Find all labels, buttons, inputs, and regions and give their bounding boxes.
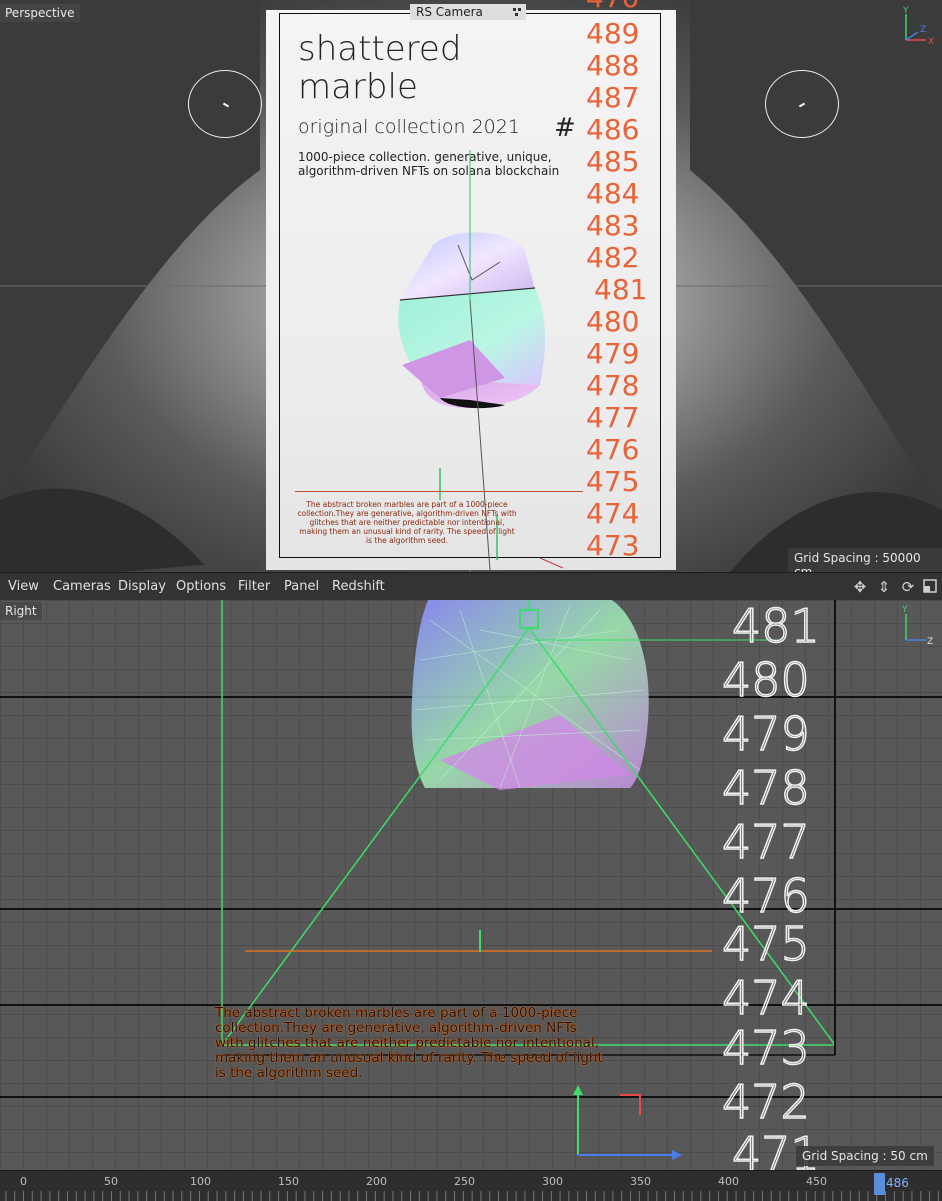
timeline-tick-label: 300 (542, 1175, 563, 1188)
maximize-icon[interactable] (922, 579, 938, 595)
menu-view[interactable]: View (8, 579, 39, 594)
axis-x-label: X (928, 37, 934, 47)
axis-z-label: Z (920, 25, 926, 35)
rotate-icon[interactable]: ⟳ (900, 579, 916, 595)
timeline-tick-label: 200 (366, 1175, 387, 1188)
timeline-tick-label: 400 (718, 1175, 739, 1188)
outline-number: 474 (721, 971, 810, 1025)
description-text: The abstract broken marbles are part of … (215, 1005, 603, 1081)
current-frame-label: 486 (886, 1176, 909, 1190)
outline-number: 478 (721, 761, 810, 815)
grid-spacing-top: Grid Spacing : 50000 cm (788, 548, 942, 572)
timeline-tick-label: 100 (190, 1175, 211, 1188)
axis-gizmo-top: Y X Z (902, 6, 934, 47)
current-frame-marker[interactable] (874, 1173, 885, 1195)
timeline-tick-label: 350 (630, 1175, 651, 1188)
outline-number: 475 (721, 917, 810, 971)
menu-redshift[interactable]: Redshift (332, 579, 385, 594)
poster-divider-line (295, 491, 583, 492)
outline-number: 473 (721, 1021, 810, 1075)
timeline-tick-label: 450 (806, 1175, 827, 1188)
menu-cameras[interactable]: Cameras (53, 579, 111, 594)
move-icon[interactable]: ✥ (852, 579, 868, 595)
light-control-right[interactable] (765, 70, 839, 138)
menu-options[interactable]: Options (176, 579, 226, 594)
timeline-tick-label: 250 (454, 1175, 475, 1188)
perspective-viewport[interactable]: RS Camera shattered marble original coll… (0, 0, 942, 572)
menu-filter[interactable]: Filter (238, 579, 270, 594)
right-viewport[interactable]: 481 480 479 478 477 476 475 474 473 472 … (0, 600, 942, 1170)
viewport-label-right[interactable]: Right (0, 602, 42, 620)
timeline-ruler[interactable]: 0 50 100 150 200 250 300 350 400 450 486 (0, 1170, 942, 1201)
axis-y-label: Y (902, 6, 909, 16)
menu-display[interactable]: Display (118, 579, 166, 594)
outline-number: 476 (721, 869, 810, 923)
light-control-left[interactable] (188, 70, 262, 138)
timeline-tick-label: 150 (278, 1175, 299, 1188)
timeline-tick-label: 0 (20, 1175, 27, 1188)
axis-z-label: Z (927, 637, 933, 647)
poster-small-text: The abstract broken marbles are part of … (297, 500, 517, 545)
outline-number: 479 (721, 707, 810, 761)
viewport-menu-bar: View Cameras Display Options Filter Pane… (0, 572, 942, 601)
menu-panel[interactable]: Panel (284, 579, 319, 594)
grid-spacing-right: Grid Spacing : 50 cm (796, 1146, 934, 1166)
axis-y-label: Y (901, 605, 908, 615)
timeline-tick-label: 50 (104, 1175, 118, 1188)
vertical-move-icon[interactable]: ⇕ (876, 579, 892, 595)
axis-gizmo-right: Y Z (901, 605, 933, 647)
outline-number: 477 (721, 815, 810, 869)
outline-number: 480 (721, 653, 810, 707)
outline-number: 481 (731, 600, 820, 653)
outline-number: 472 (721, 1075, 810, 1129)
viewport-label-perspective[interactable]: Perspective (0, 4, 80, 22)
